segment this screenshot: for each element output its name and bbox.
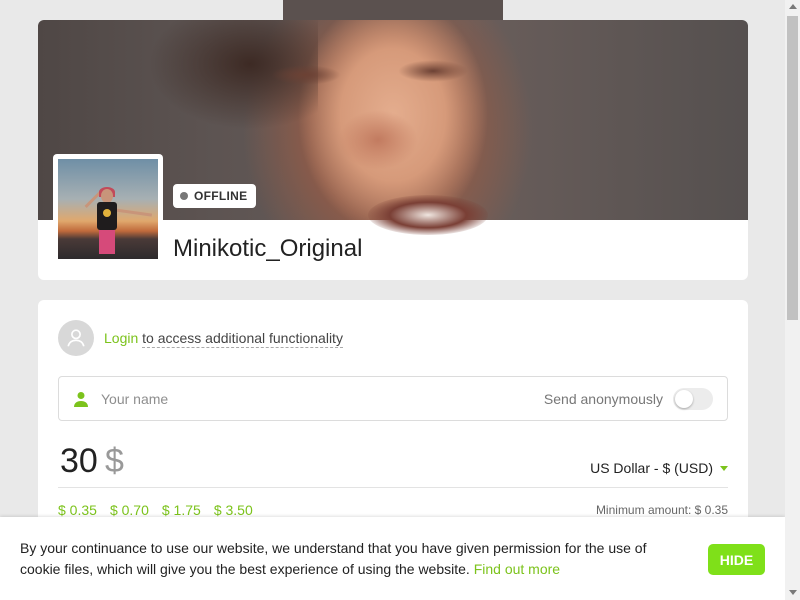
quick-amounts: $ 0.35 $ 0.70 $ 1.75 $ 3.50	[58, 502, 253, 518]
scroll-up-arrow-icon[interactable]	[789, 4, 797, 9]
cookie-banner: By your continuance to use our website, …	[0, 517, 785, 600]
cover-image-top-strip	[283, 0, 503, 20]
minimum-amount: Minimum amount: $ 0.35	[595, 503, 728, 517]
name-field: Send anonymously	[58, 376, 728, 421]
scrollbar[interactable]	[785, 0, 800, 600]
hide-button[interactable]: HIDE	[708, 544, 765, 575]
find-out-more-link[interactable]: Find out more	[474, 561, 560, 577]
avatar	[53, 154, 163, 264]
cookie-notice-text: By your continuance to use our website, …	[20, 538, 680, 580]
amount-row: 30 $ US Dollar - $ (USD)	[58, 438, 728, 488]
send-anonymously-label: Send anonymously	[543, 390, 663, 407]
toggle-knob	[675, 389, 693, 408]
scroll-down-arrow-icon[interactable]	[789, 590, 797, 595]
login-link[interactable]: Login	[104, 330, 138, 346]
status-badge: OFFLINE	[173, 184, 257, 208]
send-anonymously-toggle[interactable]	[673, 387, 713, 410]
name-input[interactable]	[101, 390, 544, 407]
quick-amount-button[interactable]: $ 0.70	[110, 502, 149, 518]
currency-select[interactable]: US Dollar - $ (USD)	[590, 460, 728, 476]
avatar-image	[58, 159, 158, 259]
scrollbar-thumb[interactable]	[787, 16, 798, 320]
currency-symbol: $	[105, 442, 124, 480]
login-prompt: Login to access additional functionality	[58, 320, 343, 356]
quick-amount-button[interactable]: $ 3.50	[214, 502, 253, 518]
person-icon	[73, 391, 89, 407]
quick-amount-button[interactable]: $ 1.75	[162, 502, 201, 518]
user-circle-icon	[58, 320, 94, 356]
profile-card: OFFLINE Minikotic_Original	[38, 20, 748, 280]
username: Minikotic_Original	[173, 235, 363, 262]
status-dot-icon	[180, 192, 188, 200]
caret-down-icon	[720, 465, 728, 471]
amount-input[interactable]: 30	[60, 442, 98, 481]
currency-select-label: US Dollar - $ (USD)	[590, 460, 713, 476]
quick-amount-button[interactable]: $ 0.35	[58, 502, 97, 518]
login-description: to access additional functionality	[142, 330, 343, 348]
status-text: OFFLINE	[194, 189, 248, 203]
